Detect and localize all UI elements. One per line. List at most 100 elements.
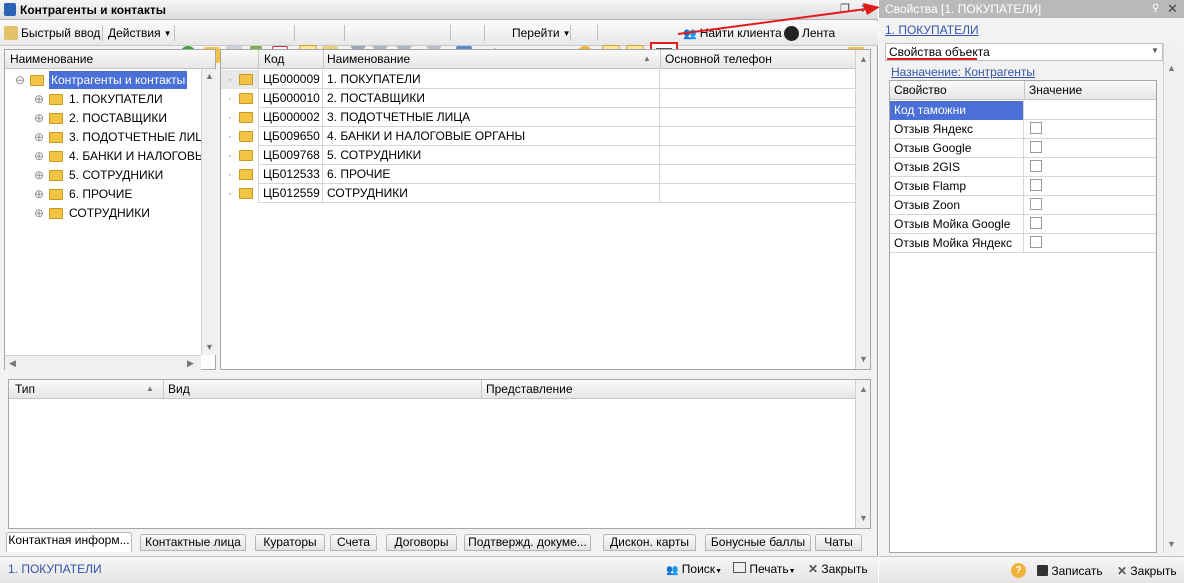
scroll-left-icon[interactable]: ◀	[5, 356, 20, 371]
table-row[interactable]: · ЦБ012533 6. ПРОЧИЕ	[221, 165, 855, 184]
property-row[interactable]: Отзыв Яндекс	[890, 120, 1156, 139]
search-button[interactable]: 👥 Поиск▼	[666, 562, 722, 576]
tab-5[interactable]: Подтвержд. докуме...	[464, 534, 591, 551]
expand-icon[interactable]: ⊕	[34, 90, 44, 108]
property-checkbox[interactable]	[1030, 217, 1042, 229]
column-header-type[interactable]: Тип	[15, 380, 35, 398]
scroll-up-icon[interactable]: ▲	[202, 69, 217, 84]
tree-item[interactable]: ⊕ СОТРУДНИКИ	[5, 204, 200, 223]
expand-icon[interactable]: ⊕	[34, 128, 44, 146]
tree-item[interactable]: ⊕ 4. БАНКИ И НАЛОГОВЫЕ	[5, 147, 213, 166]
expand-icon[interactable]: ⊕	[34, 204, 44, 222]
scroll-down-icon[interactable]: ▼	[1164, 537, 1179, 552]
contact-info-panel: Тип ▲ Вид Представление ▲ ▼	[8, 379, 871, 529]
tab-2[interactable]: Кураторы	[255, 534, 325, 551]
folder-icon	[49, 132, 63, 143]
column-header-value[interactable]: Значение	[1029, 81, 1082, 99]
current-group-link[interactable]: 1. ПОКУПАТЕЛИ	[8, 562, 102, 576]
quick-input-icon	[4, 26, 18, 40]
scroll-up-icon[interactable]: ▲	[856, 382, 871, 397]
row-marker: ·	[221, 70, 259, 89]
help-icon[interactable]: ?	[1011, 563, 1026, 578]
property-checkbox[interactable]	[1030, 236, 1042, 248]
tree-root[interactable]: ⊖ Контрагенты и контакты	[5, 71, 200, 90]
save-button[interactable]: Записать	[1037, 564, 1103, 578]
tab-8[interactable]: Чаты	[815, 534, 862, 551]
column-header-representation[interactable]: Представление	[486, 380, 573, 398]
property-row[interactable]: Отзыв Flamp	[890, 177, 1156, 196]
folder-icon	[49, 94, 63, 105]
scroll-up-icon[interactable]: ▲	[1164, 61, 1179, 76]
tab-7[interactable]: Бонусные баллы	[705, 534, 811, 551]
close-button[interactable]: ✕ Закрыть	[808, 562, 868, 576]
collapse-icon[interactable]: ⊖	[15, 71, 25, 89]
expand-icon[interactable]: ⊕	[34, 109, 44, 127]
list-vscroll[interactable]: ▲ ▼	[855, 50, 870, 369]
property-value[interactable]	[1024, 158, 1156, 177]
scroll-right-icon[interactable]: ▶	[183, 356, 198, 371]
property-name: Отзыв 2GIS	[890, 158, 1024, 177]
tab-3[interactable]: Счета	[330, 534, 377, 551]
scroll-up-icon[interactable]: ▲	[856, 52, 871, 67]
tree-vscroll[interactable]: ▲ ▼	[201, 69, 216, 355]
purpose-link[interactable]: Назначение: Контрагенты	[891, 65, 1035, 79]
property-value[interactable]	[1024, 101, 1156, 120]
property-value[interactable]	[1024, 139, 1156, 158]
column-header-kind[interactable]: Вид	[168, 380, 190, 398]
list-body: · ЦБ000009 1. ПОКУПАТЕЛИ · ЦБ000010 2. ПОСТАВ…	[221, 70, 855, 369]
property-value[interactable]	[1024, 215, 1156, 234]
close-button[interactable]: ✕ Закрыть	[1117, 564, 1177, 578]
column-header-property[interactable]: Свойство	[894, 81, 947, 99]
property-checkbox[interactable]	[1030, 179, 1042, 191]
property-checkbox[interactable]	[1030, 198, 1042, 210]
property-value[interactable]	[1024, 196, 1156, 215]
tab-1[interactable]: Контактные лица	[140, 534, 246, 551]
table-row[interactable]: · ЦБ000009 1. ПОКУПАТЕЛИ	[221, 70, 855, 89]
scroll-down-icon[interactable]: ▼	[202, 340, 217, 355]
actions-menu[interactable]: Действия ▼	[108, 23, 172, 43]
tree-item[interactable]: ⊕ 1. ПОКУПАТЕЛИ	[5, 90, 200, 109]
tree-item[interactable]: ⊕ 6. ПРОЧИЕ	[5, 185, 200, 204]
tree-item[interactable]: ⊕ 2. ПОСТАВЩИКИ	[5, 109, 200, 128]
tree-hscroll[interactable]: ◀ ▶	[5, 355, 201, 370]
property-checkbox[interactable]	[1030, 160, 1042, 172]
property-row[interactable]: Отзыв Google	[890, 139, 1156, 158]
table-row[interactable]: · ЦБ009768 5. СОТРУДНИКИ	[221, 146, 855, 165]
property-row[interactable]: Отзыв Мойка Google	[890, 215, 1156, 234]
expand-icon[interactable]: ⊕	[34, 185, 44, 203]
property-checkbox[interactable]	[1030, 141, 1042, 153]
tab-4[interactable]: Договоры	[386, 534, 457, 551]
properties-vscroll[interactable]: ▲ ▼	[1163, 43, 1178, 553]
scroll-down-icon[interactable]: ▼	[856, 352, 871, 367]
property-row[interactable]: Код таможни	[890, 101, 1156, 120]
tab-0[interactable]: Контактная информ...	[6, 532, 132, 552]
column-header-phone[interactable]: Основной телефон	[665, 50, 772, 68]
tab-6[interactable]: Дискон. карты	[603, 534, 696, 551]
tree-item[interactable]: ⊕ 5. СОТРУДНИКИ	[5, 166, 200, 185]
print-button[interactable]: Печать▼	[733, 562, 796, 576]
contact-vscroll[interactable]: ▲ ▼	[855, 380, 870, 528]
table-row[interactable]: · ЦБ000002 3. ПОДОТЧЕТНЫЕ ЛИЦА	[221, 108, 855, 127]
table-row[interactable]: · ЦБ012559 СОТРУДНИКИ	[221, 184, 855, 203]
close-icon[interactable]: ✕	[1167, 0, 1178, 17]
folder-icon	[239, 131, 253, 142]
scroll-down-icon[interactable]: ▼	[856, 511, 871, 526]
property-row[interactable]: Отзыв 2GIS	[890, 158, 1156, 177]
property-value[interactable]	[1024, 177, 1156, 196]
tree-item[interactable]: ⊕ 3. ПОДОТЧЕТНЫЕ ЛИЦА	[5, 128, 212, 147]
expand-icon[interactable]: ⊕	[34, 166, 44, 184]
expand-icon[interactable]: ⊕	[34, 147, 44, 165]
table-row[interactable]: · ЦБ000010 2. ПОСТАВЩИКИ	[221, 89, 855, 108]
pin-icon[interactable]: ⚲	[1152, 0, 1159, 17]
property-value[interactable]	[1024, 234, 1156, 253]
property-row[interactable]: Отзыв Мойка Яндекс	[890, 234, 1156, 253]
object-link[interactable]: 1. ПОКУПАТЕЛИ	[885, 23, 979, 37]
goto-menu[interactable]: Перейти ▼	[512, 23, 570, 43]
property-checkbox[interactable]	[1030, 122, 1042, 134]
property-row[interactable]: Отзыв Zoon	[890, 196, 1156, 215]
column-header-name[interactable]: Наименование	[327, 50, 410, 68]
quick-input-button[interactable]: Быстрый ввод	[4, 23, 100, 43]
table-row[interactable]: · ЦБ009650 4. БАНКИ И НАЛОГОВЫЕ ОРГАНЫ	[221, 127, 855, 146]
column-header-code[interactable]: Код	[264, 50, 284, 68]
property-value[interactable]	[1024, 120, 1156, 139]
